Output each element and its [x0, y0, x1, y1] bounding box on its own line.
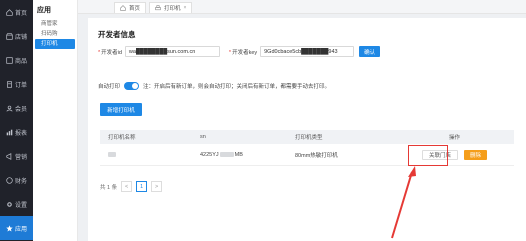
home-icon [6, 8, 13, 16]
cell-printer-name [100, 151, 200, 158]
main-content: 开发者信息 *开发者id wa████████sun.com.cn *开发者ke… [88, 18, 526, 241]
prev-page-button[interactable]: < [121, 181, 133, 192]
nav-apps[interactable]: 应用 [0, 216, 33, 240]
nav-settings[interactable]: 设置 [0, 192, 33, 216]
page-1-button[interactable]: 1 [136, 181, 148, 192]
tab-bar: 首页 打印机 × [78, 0, 526, 14]
auto-print-toggle[interactable] [124, 82, 140, 90]
nav-finance-label: 财务 [14, 178, 27, 185]
subnav-item-printer[interactable]: 打印机 [35, 39, 75, 49]
table-row: 4225YJ MB 80mm热敏打印机 关联门店 删除 [100, 144, 514, 166]
nav-home-label: 首页 [14, 10, 27, 17]
subnav-item-shangguanjia[interactable]: 商管家 [35, 19, 75, 29]
nav-member[interactable]: 会员 [0, 96, 33, 120]
tab-printer-label: 打印机 [164, 6, 181, 12]
marketing-icon [6, 152, 13, 160]
nav-apps-label: 应用 [14, 226, 27, 233]
delete-button[interactable]: 删除 [464, 149, 488, 160]
printer-table: 打印机名称 sn 打印机类型 操作 4225YJ MB 80mm热敏打印机 关联门… [100, 130, 514, 166]
star-icon [6, 224, 13, 232]
pagination-total: 共 1 条 [100, 184, 118, 191]
auto-print-row: 自动打印 注：开启后有新订单，则会自动打印；关闭后有新订单，都需要手动去打印。 [98, 82, 330, 90]
nav-report-label: 报表 [14, 130, 27, 137]
member-icon [6, 105, 13, 112]
page-title: 开发者信息 [98, 30, 136, 39]
home-icon [120, 5, 126, 11]
nav-member-label: 会员 [14, 106, 27, 113]
dev-key-label: *开发者key [228, 49, 258, 56]
nav-report[interactable]: 报表 [0, 120, 33, 144]
nav-store-label: 店铺 [14, 34, 27, 41]
developer-form: *开发者id wa████████sun.com.cn *开发者key 9Gd0… [98, 46, 381, 57]
dev-id-input[interactable]: wa████████sun.com.cn [124, 46, 220, 57]
order-icon [6, 80, 13, 88]
nav-home[interactable]: 首页 [0, 0, 33, 24]
table-header: 打印机名称 sn 打印机类型 操作 [100, 130, 514, 144]
confirm-button[interactable]: 确认 [359, 46, 381, 57]
tab-home[interactable]: 首页 [114, 2, 147, 13]
app-subnav: 应用 商管家 扫码购 打印机 [33, 0, 78, 241]
nav-finance[interactable]: 财务 [0, 168, 33, 192]
annotation-highlight-box [408, 145, 448, 166]
nav-settings-label: 设置 [14, 202, 27, 209]
col-actions: 操作 [448, 135, 460, 141]
tab-printer[interactable]: 打印机 × [149, 2, 193, 13]
col-printer-name: 打印机名称 [108, 135, 136, 141]
nav-store[interactable]: 店铺 [0, 24, 33, 48]
col-sn: sn [200, 134, 206, 140]
col-printer-type: 打印机类型 [295, 135, 323, 141]
subnav-item-scan-buy[interactable]: 扫码购 [35, 29, 75, 39]
settings-icon [6, 201, 13, 208]
report-icon [6, 129, 13, 136]
add-printer-button[interactable]: 新增打印机 [100, 103, 142, 116]
cell-printer-type: 80mm热敏打印机 [295, 152, 338, 159]
nav-order[interactable]: 订单 [0, 72, 33, 96]
pagination: 共 1 条 < 1 > [100, 181, 163, 192]
goods-icon [6, 56, 13, 64]
nav-goods[interactable]: 商品 [0, 48, 33, 72]
dev-key-input[interactable]: 9Gd0cbace5cb███████943 [260, 46, 355, 57]
subnav-title: 应用 [37, 7, 51, 14]
store-icon [6, 32, 13, 40]
cell-sn: 4225YJ MB [200, 151, 243, 158]
auto-print-hint: 注：开启后有新订单，则会自动打印；关闭后有新订单，都需要手动去打印。 [143, 84, 331, 90]
printer-icon [155, 5, 161, 11]
nav-marketing[interactable]: 营销 [0, 144, 33, 168]
next-page-button[interactable]: > [151, 181, 163, 192]
nav-order-label: 订单 [14, 82, 27, 89]
close-icon[interactable]: × [184, 5, 187, 11]
dev-id-label: *开发者id [98, 49, 122, 56]
tab-home-label: 首页 [129, 6, 141, 12]
nav-marketing-label: 营销 [14, 154, 27, 161]
auto-print-label: 自动打印 [98, 84, 121, 90]
main-nav: 首页 店铺 商品 订单 会员 报表 营销 财务 设置 应用 [0, 0, 33, 241]
finance-icon [6, 176, 13, 184]
nav-goods-label: 商品 [14, 58, 27, 65]
